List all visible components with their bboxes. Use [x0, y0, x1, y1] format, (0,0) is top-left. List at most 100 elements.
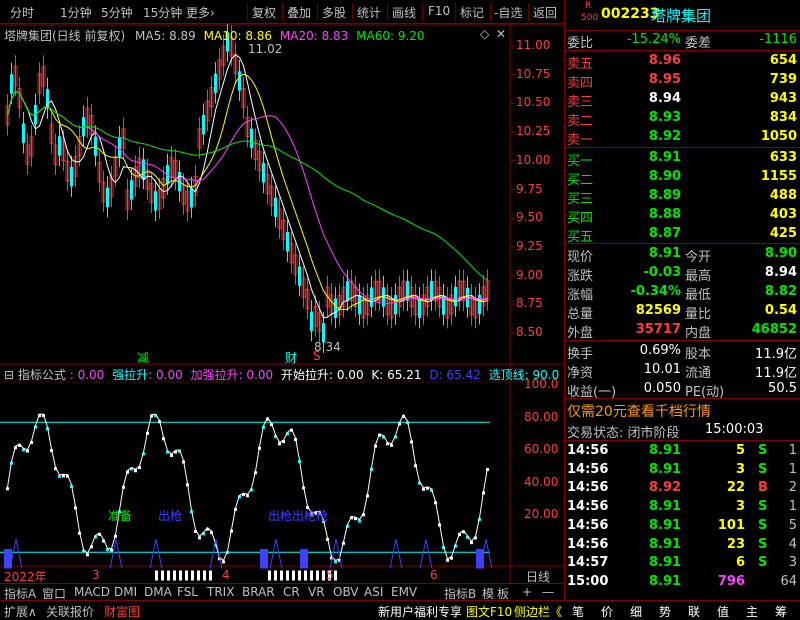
ask-row[interactable]: 卖二 8.93 834 [565, 109, 800, 129]
side-tab-chou[interactable]: 筹 [775, 603, 787, 620]
tb-duogu[interactable]: 多股 [322, 4, 346, 21]
tab-dmi[interactable]: DMI [114, 585, 137, 599]
tb-diejia[interactable]: 叠加 [287, 4, 311, 21]
promo-banner[interactable]: 仅需20元查看千档行情 [565, 400, 800, 420]
fund-row: 净资 10.01 流通 11.9亿 [567, 362, 797, 381]
new-user-welfare[interactable]: 新用户福利专享 [378, 603, 462, 620]
price-tick: 10.50 [516, 95, 551, 110]
tab-plus[interactable]: + [522, 585, 532, 599]
ind-arrow-icon[interactable]: ⊟ [4, 368, 14, 382]
price-tick: 9.25 [516, 238, 543, 253]
bid-row[interactable]: 买一 8.91 633 [565, 149, 800, 169]
tb-biaoji[interactable]: 标记 [460, 4, 484, 21]
sidebar-toggle[interactable]: 侧边栏《 [514, 603, 562, 620]
tb-zixuan[interactable]: -自选 [494, 4, 522, 21]
ma10-label: MA10: 8.86 [203, 29, 273, 43]
tb-more[interactable]: 更多› [186, 4, 215, 21]
side-tab-xi[interactable]: 细 [630, 603, 642, 620]
bid-row[interactable]: 买四 8.88 403 [565, 206, 800, 226]
tb-15min[interactable]: 15分钟 [143, 4, 182, 21]
bid-row[interactable]: 买二 8.90 1155 [565, 168, 800, 188]
fund-row: 收益(一) 0.050 PE(动) 50.5 [567, 381, 797, 400]
tab-trix[interactable]: TRIX [207, 585, 234, 599]
side-tab-shi[interactable]: 势 [659, 603, 671, 620]
ask-row[interactable]: 卖一 8.92 1050 [565, 128, 800, 148]
stat-row: 现价 8.91 今开 8.90 [567, 246, 797, 265]
tick-row: 14:56 8.91 23 S 4 [567, 536, 797, 552]
fortune-chart[interactable]: 财富图 [104, 603, 140, 620]
indicator-tabs: 指标A 窗口 MACD DMI DMA FSL TRIX BRAR CR VR … [0, 583, 564, 601]
side-tab-zhu[interactable]: 主 [746, 603, 758, 620]
side-tab-jia[interactable]: 价 [601, 603, 613, 620]
date-axis: 2022年 3 4 5 6 日线 [4, 568, 551, 584]
bottom-bar: 扩展∧ 关联报价 财富图 新用户福利专享 图文F10 侧边栏《 笔 价 细 势 … [0, 600, 800, 620]
weibi-row: 委比 -15.24% 委差 -1116 [567, 32, 797, 51]
price-tick: 10.00 [516, 152, 551, 167]
tab-obv[interactable]: OBV [333, 585, 359, 599]
side-tab-zhi[interactable]: 值 [717, 603, 729, 620]
bid-row[interactable]: 买五 8.87 425 [565, 225, 800, 245]
stat-row: 涨跌 -0.03 最高 8.94 [567, 265, 797, 284]
tb-5min[interactable]: 5分钟 [101, 4, 133, 21]
side-tab-lian[interactable]: 联 [688, 603, 700, 620]
ind-tick: 80.00 [524, 409, 559, 424]
price-tick: 10.75 [516, 66, 551, 81]
tab-minus[interactable]: — [542, 585, 554, 599]
kline-chart[interactable] [0, 24, 564, 583]
tab-fsl[interactable]: FSL [177, 585, 198, 599]
f10-button[interactable]: 图文F10 [466, 603, 512, 620]
tb-fenshi[interactable]: 分时 [10, 4, 34, 21]
price-tick: 8.75 [516, 296, 543, 311]
ind-name[interactable]: 指标公式 [18, 368, 66, 382]
tick-row: 14:57 8.91 6 S 3 [567, 555, 797, 571]
indicator-header: ⊟ 指标公式 : 0.00 强拉升: 0.00 加强拉升: 0.00 开始拉升:… [4, 368, 560, 382]
tab-brar[interactable]: BRAR [242, 585, 275, 599]
ind-label-chuqiang: 出枪 [158, 509, 183, 523]
related-quote[interactable]: 关联报价 [46, 603, 94, 620]
tick-row: 14:56 8.92 22 B 2 [567, 480, 797, 496]
tab-emv[interactable]: EMV [391, 585, 417, 599]
tick-row: 14:56 8.91 3 S 1 [567, 461, 797, 477]
stock-name: 塔牌集团 [651, 7, 712, 25]
ask-row[interactable]: 卖三 8.94 943 [565, 90, 800, 110]
ma20-label: MA20: 8.83 [279, 29, 349, 43]
chart-pane[interactable]: 塔牌集团(日线 前复权) MA5: 8.89 MA10: 8.86 MA20: … [0, 24, 564, 600]
ask-row[interactable]: 卖五 8.96 654 [565, 52, 800, 72]
tab-vr[interactable]: VR [308, 585, 325, 599]
tab-cr[interactable]: CR [283, 585, 300, 599]
tb-tongji[interactable]: 统计 [357, 4, 381, 21]
price-tick: 9.00 [516, 267, 543, 282]
ma60-label: MA60: 9.20 [356, 29, 425, 43]
side-tab-bi[interactable]: 笔 [572, 603, 584, 620]
tab-dma[interactable]: DMA [144, 585, 172, 599]
ind-tick: 20.00 [524, 507, 559, 521]
tb-f10[interactable]: F10 [428, 4, 450, 18]
price-tick: 9.75 [516, 181, 543, 196]
tb-huaxian[interactable]: 画线 [392, 4, 416, 21]
price-tick: 11.00 [516, 38, 551, 52]
tb-fanhui[interactable]: 返回 [533, 4, 557, 21]
cai-marker: 财 [285, 351, 298, 365]
tick-row: 14:56 8.91 101 S 5 [567, 517, 797, 533]
ask-row[interactable]: 卖四 8.95 739 [565, 71, 800, 91]
ind-tick: 40.00 [524, 474, 559, 489]
bid-row[interactable]: 买三 8.89 488 [565, 187, 800, 207]
tb-fuquan[interactable]: 复权 [252, 4, 276, 21]
s-marker: S [313, 349, 321, 363]
tb-1min[interactable]: 1分钟 [60, 4, 92, 21]
tab-macd[interactable]: MACD [74, 585, 110, 599]
stat-row: 涨幅 -0.34% 最低 8.82 [567, 284, 797, 303]
tick-row: 14:56 8.91 3 S 1 [567, 499, 797, 515]
diamond-icon[interactable]: ◇ [480, 27, 489, 41]
tab-asi[interactable]: ASI [364, 585, 383, 599]
chart-stock-title: 塔牌集团(日线 前复权) [4, 29, 126, 43]
price-tick: 8.50 [516, 325, 543, 339]
price-tick: 9.50 [516, 210, 543, 225]
expand-button[interactable]: 扩展∧ [4, 603, 37, 620]
close-icon[interactable]: ✕ [496, 27, 506, 41]
jian-marker: 减 [137, 351, 150, 365]
tick-row: 15:00 8.91 796 64 [567, 573, 797, 589]
quote-title: R 500 002233 塔牌集团 [565, 0, 800, 30]
stat-row: 外盘 35717 内盘 46852 [567, 322, 797, 341]
trade-status: 交易状态: 闭市阶段 15:00:03 [567, 422, 764, 441]
